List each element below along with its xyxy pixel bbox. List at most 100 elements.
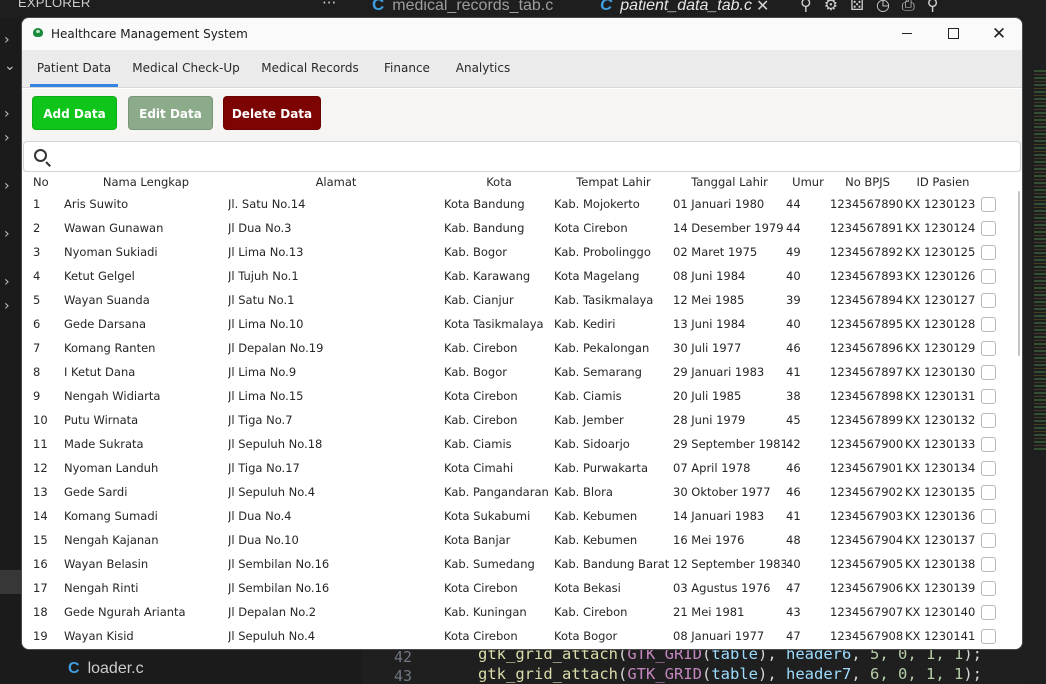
cell-no: 2 bbox=[33, 221, 41, 235]
delete-data-button[interactable]: Delete Data bbox=[223, 96, 321, 130]
table-row[interactable]: 17 Nengah Rinti Jl Sembilan No.16 Kota Cire… bbox=[22, 576, 1012, 600]
column-header-id-pasien[interactable]: ID Pasien bbox=[905, 172, 981, 192]
table-row[interactable]: 16 Wayan Belasin Jl Sembilan No.16 Kab. Sum… bbox=[22, 552, 1012, 576]
chevron-icon[interactable]: › bbox=[4, 298, 10, 314]
chevron-icon[interactable]: ⌄ bbox=[4, 58, 16, 74]
table-row[interactable]: 8 I Ketut Dana Jl Lima No.9 Kab. Bogor Kab. … bbox=[22, 360, 1012, 384]
row-checkbox[interactable] bbox=[981, 196, 996, 212]
table-row[interactable]: 3 Nyoman Sukiadi Jl Lima No.13 Kab. Bogor Ka… bbox=[22, 240, 1012, 264]
cell-tempat-lahir: Kab. Blora bbox=[554, 485, 613, 499]
row-checkbox[interactable] bbox=[981, 220, 996, 236]
row-checkbox[interactable] bbox=[981, 556, 996, 572]
table-row[interactable]: 6 Gede Darsana Jl Lima No.10 Kota Tasikmala… bbox=[22, 312, 1012, 336]
table-row[interactable]: 13 Gede Sardi Jl Sepuluh No.4 Kab. Panganda… bbox=[22, 480, 1012, 504]
row-checkbox[interactable] bbox=[981, 460, 996, 476]
cell-id-pasien: KX 1230138 bbox=[905, 557, 976, 571]
chevron-icon[interactable]: › bbox=[4, 178, 10, 194]
ide-toolbar-icons[interactable]: ⚲⚙⚄◷⎙⚲ bbox=[800, 0, 950, 15]
cell-id-pasien: KX 1230132 bbox=[905, 413, 976, 427]
table-row[interactable]: 10 Putu Wirnata Jl Tiga No.7 Kab. Cirebon Ka… bbox=[22, 408, 1012, 432]
table-row[interactable]: 5 Wayan Suanda Jl Satu No.1 Kab. Cianjur Kab… bbox=[22, 288, 1012, 312]
row-checkbox[interactable] bbox=[981, 364, 996, 380]
table-row[interactable]: 18 Gede Ngurah Arianta Jl Depalan No.2 Kab.… bbox=[22, 600, 1012, 624]
row-checkbox[interactable] bbox=[981, 244, 996, 260]
chevron-icon[interactable]: › bbox=[4, 130, 10, 146]
tab-medical-records[interactable]: Medical Records bbox=[254, 50, 366, 88]
ide-minimap[interactable] bbox=[1034, 70, 1046, 450]
row-checkbox[interactable] bbox=[981, 508, 996, 524]
table-row[interactable]: 4 Ketut Gelgel Jl Tujuh No.1 Kab. Karawang K… bbox=[22, 264, 1012, 288]
ide-tab-patient-data[interactable]: Cpatient_data_tab.c bbox=[600, 0, 752, 18]
tab-patient-data[interactable]: Patient Data bbox=[30, 50, 118, 88]
ide-tab-medical-records[interactable]: Cmedical_records_tab.c bbox=[372, 0, 553, 18]
tab-finance[interactable]: Finance bbox=[374, 50, 440, 88]
cell-alamat: Jl Sepuluh No.4 bbox=[228, 629, 316, 643]
row-checkbox[interactable] bbox=[981, 604, 996, 620]
row-checkbox[interactable] bbox=[981, 412, 996, 428]
ide-tab-label: medical_records_tab.c bbox=[392, 0, 554, 14]
chevron-icon[interactable]: › bbox=[4, 32, 10, 48]
column-header-kota[interactable]: Kota bbox=[444, 172, 554, 192]
cell-select bbox=[981, 600, 1012, 624]
tab-analytics[interactable]: Analytics bbox=[448, 50, 518, 88]
cell-tempat-lahir: Kab. Kebumen bbox=[554, 533, 638, 547]
table-row[interactable]: 12 Nyoman Landuh Jl Tiga No.17 Kota Cimahi K… bbox=[22, 456, 1012, 480]
cell-tempat-lahir: Kab. Ciamis bbox=[554, 389, 622, 403]
cell-select bbox=[981, 408, 1012, 432]
row-checkbox[interactable] bbox=[981, 388, 996, 404]
column-header-tempat-lahir[interactable]: Tempat Lahir bbox=[554, 172, 673, 192]
row-checkbox[interactable] bbox=[981, 532, 996, 548]
column-header-nama-lengkap[interactable]: Nama Lengkap bbox=[64, 172, 228, 192]
chevron-icon[interactable]: › bbox=[4, 226, 10, 242]
table-row[interactable]: 7 Komang Ranten Jl Depalan No.19 Kab. Cireb… bbox=[22, 336, 1012, 360]
cell-no-bpjs: 1234567900 bbox=[830, 437, 904, 451]
edit-data-button[interactable]: Edit Data bbox=[128, 96, 213, 130]
table-row[interactable]: 11 Made Sukrata Jl Sepuluh No.18 Kab. Ciami… bbox=[22, 432, 1012, 456]
cell-tempat-lahir: Kab. Purwakarta bbox=[554, 461, 648, 475]
table-row[interactable]: 1 Aris Suwito Jl. Satu No.14 Kota Bandung Ka… bbox=[22, 192, 1012, 216]
add-data-button[interactable]: Add Data bbox=[32, 96, 117, 130]
table-scrollbar[interactable] bbox=[1018, 191, 1020, 356]
row-checkbox[interactable] bbox=[981, 292, 996, 308]
chevron-icon[interactable]: › bbox=[4, 274, 10, 290]
table-row[interactable]: 14 Komang Sumadi Jl Dua No.4 Kota Sukabumi K… bbox=[22, 504, 1012, 528]
table-row[interactable]: 9 Nengah Widiarta Jl Lima No.15 Kota Cirebo… bbox=[22, 384, 1012, 408]
row-checkbox[interactable] bbox=[981, 316, 996, 332]
column-header-umur[interactable]: Umur bbox=[786, 172, 830, 192]
title-bar[interactable]: Healthcare Management System ✕ bbox=[22, 18, 1022, 50]
ide-file-loader[interactable]: Cloader.c bbox=[68, 660, 144, 678]
c-file-icon: C bbox=[600, 0, 613, 14]
table-row[interactable]: 19 Wayan Kisid Jl Sepuluh No.4 Kota Cirebon… bbox=[22, 624, 1012, 648]
maximize-button[interactable] bbox=[930, 18, 976, 50]
column-header-alamat[interactable]: Alamat bbox=[228, 172, 444, 192]
row-checkbox[interactable] bbox=[981, 628, 996, 644]
table-row[interactable]: 15 Nengah Kajanan Jl Dua No.10 Kota Banjar K… bbox=[22, 528, 1012, 552]
chevron-icon[interactable]: › bbox=[4, 106, 10, 122]
row-checkbox[interactable] bbox=[981, 436, 996, 452]
cell-id-pasien: KX 1230125 bbox=[905, 245, 976, 259]
ide-more-icon[interactable]: ··· bbox=[322, 0, 336, 12]
cell-no: 12 bbox=[33, 461, 48, 475]
cell-tanggal-lahir: 13 Juni 1984 bbox=[673, 317, 746, 331]
row-checkbox[interactable] bbox=[981, 268, 996, 284]
ide-code-editor[interactable]: gtk_grid_attach(GTK_GRID(table), header6… bbox=[444, 645, 1024, 684]
c-file-icon: C bbox=[68, 660, 80, 677]
column-header-no-bpjs[interactable]: No BPJS bbox=[830, 172, 905, 192]
column-header-tanggal-lahir[interactable]: Tanggal Lahir bbox=[673, 172, 786, 192]
ide-tab-close-icon[interactable]: ✕ bbox=[756, 0, 769, 15]
tab-medical-check-up[interactable]: Medical Check-Up bbox=[126, 50, 246, 88]
cell-tanggal-lahir: 01 Januari 1980 bbox=[673, 197, 765, 211]
row-checkbox[interactable] bbox=[981, 580, 996, 596]
search-box[interactable] bbox=[23, 141, 1021, 172]
cell-umur: 44 bbox=[786, 221, 801, 235]
cell-tempat-lahir: Kab. Sidoarjo bbox=[554, 437, 630, 451]
minimize-button[interactable] bbox=[884, 18, 930, 50]
table-row[interactable]: 2 Wawan Gunawan Jl Dua No.3 Kab. Bandung Kot… bbox=[22, 216, 1012, 240]
close-button[interactable]: ✕ bbox=[976, 18, 1022, 50]
row-checkbox[interactable] bbox=[981, 340, 996, 356]
cell-no-bpjs: 1234567890 bbox=[830, 197, 904, 211]
cell-nama-lengkap: I Ketut Dana bbox=[64, 365, 136, 379]
column-header-no[interactable]: No bbox=[22, 172, 64, 192]
row-checkbox[interactable] bbox=[981, 484, 996, 500]
search-input[interactable] bbox=[56, 144, 1006, 169]
